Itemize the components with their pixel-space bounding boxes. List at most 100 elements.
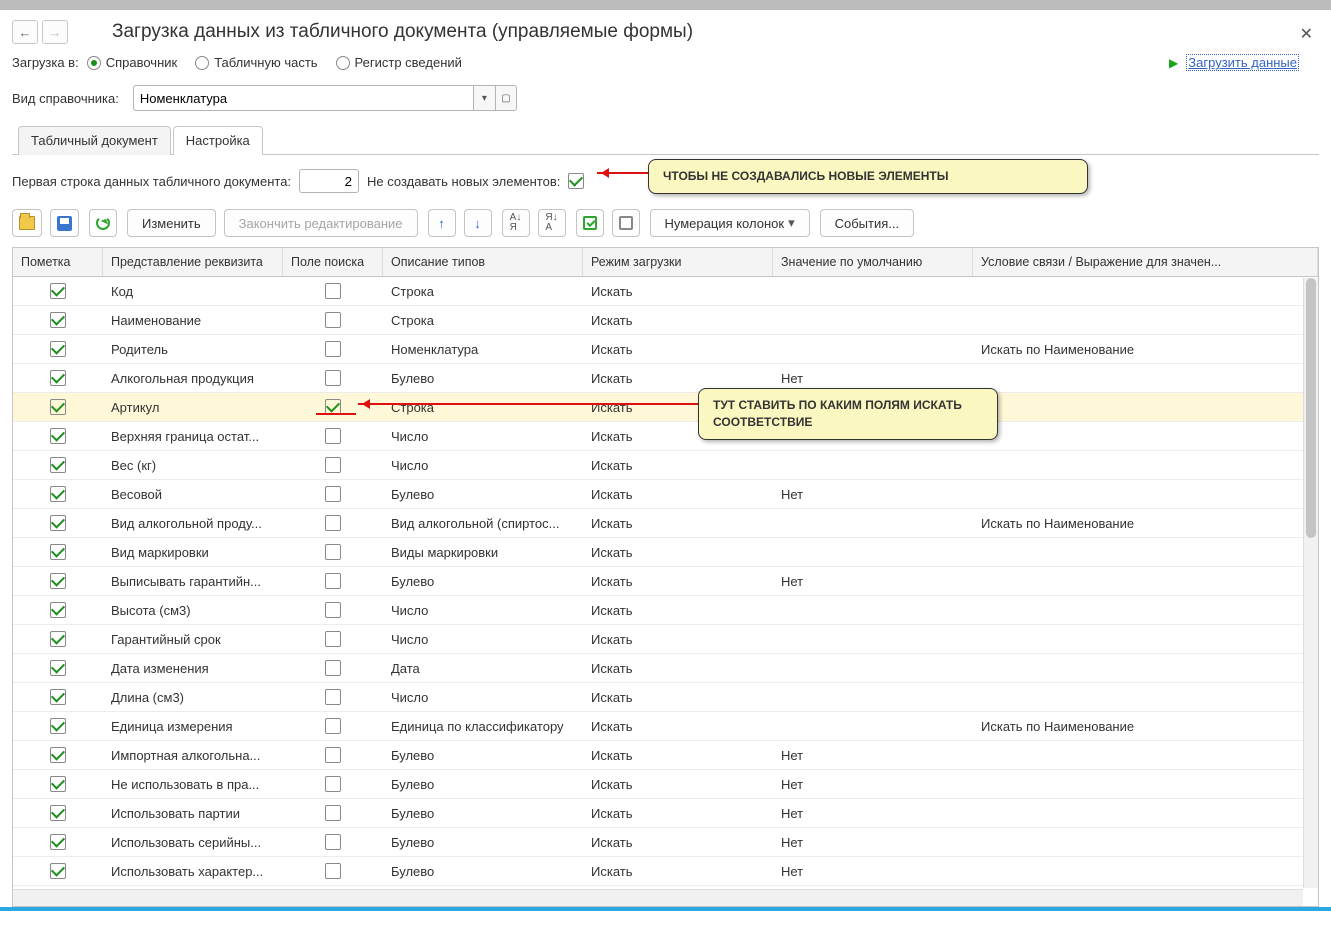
checkbox-icon[interactable] — [325, 834, 341, 850]
cell-mark[interactable] — [13, 631, 103, 647]
cell-mode[interactable]: Искать — [583, 313, 773, 328]
table-row[interactable]: НаименованиеСтрокаИскать — [13, 306, 1318, 335]
cell-mark[interactable] — [13, 689, 103, 705]
cell-name[interactable]: Верхняя граница остат... — [103, 429, 283, 444]
cell-name[interactable]: Весовой — [103, 487, 283, 502]
checkbox-icon[interactable] — [50, 428, 66, 444]
th-default[interactable]: Значение по умолчанию — [773, 248, 973, 276]
cell-name[interactable]: Не использовать в пра... — [103, 777, 283, 792]
no-new-checkbox[interactable] — [568, 173, 584, 189]
th-type[interactable]: Описание типов — [383, 248, 583, 276]
checkbox-icon[interactable] — [325, 370, 341, 386]
checkbox-icon[interactable] — [50, 370, 66, 386]
cell-search[interactable] — [283, 805, 383, 821]
cell-mode[interactable]: Искать — [583, 661, 773, 676]
scrollbar-horizontal[interactable] — [13, 889, 1303, 906]
cell-search[interactable] — [283, 370, 383, 386]
radio-tabular[interactable]: Табличную часть — [195, 55, 317, 70]
cell-name[interactable]: Гарантийный срок — [103, 632, 283, 647]
cell-mark[interactable] — [13, 573, 103, 589]
table-row[interactable]: Использовать характер...БулевоИскатьНет — [13, 857, 1318, 886]
check-all-button[interactable] — [576, 209, 604, 237]
tab-settings[interactable]: Настройка — [173, 126, 263, 155]
table-row[interactable]: Использовать партииБулевоИскатьНет — [13, 799, 1318, 828]
move-up-button[interactable]: ↑ — [428, 209, 456, 237]
radio-catalog[interactable]: Справочник — [87, 55, 178, 70]
cell-mode[interactable]: Искать — [583, 458, 773, 473]
checkbox-icon[interactable] — [325, 631, 341, 647]
checkbox-icon[interactable] — [50, 805, 66, 821]
table-row[interactable]: Выписывать гарантийн...БулевоИскатьНет — [13, 567, 1318, 596]
cell-cond[interactable]: Искать по Наименование — [973, 342, 1318, 357]
th-mark[interactable]: Пометка — [13, 248, 103, 276]
cell-type[interactable]: Строка — [383, 313, 583, 328]
checkbox-icon[interactable] — [325, 515, 341, 531]
cell-mode[interactable]: Искать — [583, 835, 773, 850]
chevron-down-icon[interactable]: ▾ — [473, 85, 495, 111]
checkbox-icon[interactable] — [50, 631, 66, 647]
checkbox-icon[interactable] — [50, 602, 66, 618]
cell-mark[interactable] — [13, 457, 103, 473]
catalog-input[interactable] — [133, 85, 473, 111]
table-row[interactable]: Вид маркировкиВиды маркировкиИскать — [13, 538, 1318, 567]
cell-type[interactable]: Булево — [383, 864, 583, 879]
uncheck-all-button[interactable] — [612, 209, 640, 237]
cell-mode[interactable]: Искать — [583, 284, 773, 299]
checkbox-icon[interactable] — [50, 747, 66, 763]
cell-mark[interactable] — [13, 805, 103, 821]
cell-type[interactable]: Число — [383, 429, 583, 444]
cell-default[interactable]: Нет — [773, 835, 973, 850]
cell-search[interactable] — [283, 544, 383, 560]
checkbox-icon[interactable] — [50, 573, 66, 589]
cell-cond[interactable]: Искать по Наименование — [973, 719, 1318, 734]
checkbox-icon[interactable] — [50, 834, 66, 850]
cell-mark[interactable] — [13, 428, 103, 444]
table-row[interactable]: Верхняя граница остат...ЧислоИскать — [13, 422, 1318, 451]
radio-register[interactable]: Регистр сведений — [336, 55, 462, 70]
cell-name[interactable]: Использовать серийны... — [103, 835, 283, 850]
cell-mode[interactable]: Искать — [583, 690, 773, 705]
checkbox-icon[interactable] — [325, 660, 341, 676]
table-row[interactable]: АртикулСтрокаИскать — [13, 393, 1318, 422]
cell-mode[interactable]: Искать — [583, 487, 773, 502]
cell-type[interactable]: Число — [383, 632, 583, 647]
cell-mode[interactable]: Искать — [583, 864, 773, 879]
move-down-button[interactable]: ↓ — [464, 209, 492, 237]
checkbox-icon[interactable] — [325, 689, 341, 705]
finish-edit-button[interactable]: Закончить редактирование — [224, 209, 418, 237]
cell-search[interactable] — [283, 457, 383, 473]
cell-mark[interactable] — [13, 776, 103, 792]
cell-search[interactable] — [283, 312, 383, 328]
cell-type[interactable]: Число — [383, 603, 583, 618]
checkbox-icon[interactable] — [50, 689, 66, 705]
events-button[interactable]: События... — [820, 209, 915, 237]
cell-type[interactable]: Дата — [383, 661, 583, 676]
cell-name[interactable]: Дата изменения — [103, 661, 283, 676]
cell-mark[interactable] — [13, 834, 103, 850]
th-name[interactable]: Представление реквизита — [103, 248, 283, 276]
cell-type[interactable]: Булево — [383, 371, 583, 386]
checkbox-icon[interactable] — [50, 457, 66, 473]
checkbox-icon[interactable] — [50, 399, 66, 415]
table-row[interactable]: Гарантийный срокЧислоИскать — [13, 625, 1318, 654]
cell-name[interactable]: Высота (см3) — [103, 603, 283, 618]
checkbox-icon[interactable] — [50, 776, 66, 792]
cell-type[interactable]: Булево — [383, 487, 583, 502]
checkbox-icon[interactable] — [50, 515, 66, 531]
checkbox-icon[interactable] — [325, 747, 341, 763]
cell-type[interactable]: Булево — [383, 748, 583, 763]
cell-cond[interactable]: Искать по Наименование — [973, 516, 1318, 531]
cell-type[interactable]: Строка — [383, 284, 583, 299]
cell-name[interactable]: Артикул — [103, 400, 283, 415]
cell-default[interactable]: Нет — [773, 777, 973, 792]
cell-name[interactable]: Выписывать гарантийн... — [103, 574, 283, 589]
checkbox-icon[interactable] — [325, 573, 341, 589]
checkbox-icon[interactable] — [325, 341, 341, 357]
cell-type[interactable]: Число — [383, 690, 583, 705]
cell-mode[interactable]: Искать — [583, 574, 773, 589]
cell-name[interactable]: Импортная алкогольна... — [103, 748, 283, 763]
edit-button[interactable]: Изменить — [127, 209, 216, 237]
cell-name[interactable]: Вид алкогольной проду... — [103, 516, 283, 531]
checkbox-icon[interactable] — [325, 283, 341, 299]
cell-type[interactable]: Булево — [383, 574, 583, 589]
